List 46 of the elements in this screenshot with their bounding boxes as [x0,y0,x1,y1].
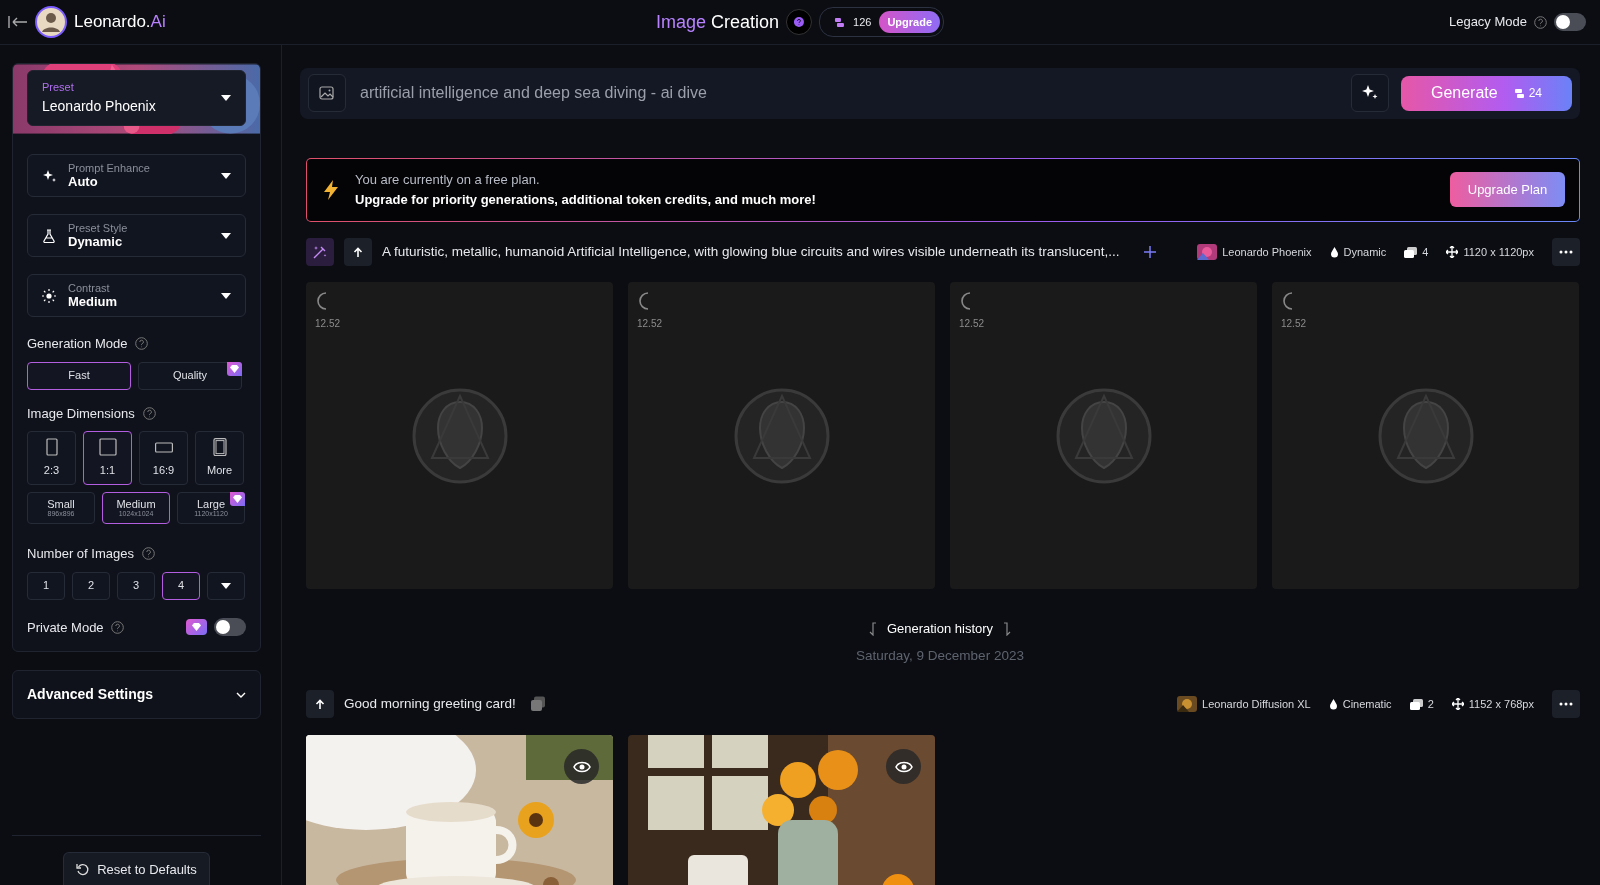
prompt-input[interactable]: artificial intelligence and deep sea diving - ai dive [358,80,1339,107]
legacy-mode-label: Legacy Mode [1448,13,1527,32]
token-count: 126 [853,14,872,30]
mode-option[interactable]: Quality [138,361,242,390]
section-label: Generation Mode [27,335,128,353]
brand-logo-text: Leonardo.Ai [74,11,166,34]
mode-option[interactable]: Fast [27,361,131,390]
aspect-ratio-option[interactable]: 16:9 [139,431,188,485]
settings-dropdown[interactable]: Prompt Enhance Auto [27,154,246,197]
section-label: Image Dimensions [27,404,135,423]
prompt-field[interactable]: artificial intelligence and deep sea diving - ai dive Generate 24 [300,68,1580,119]
aspect-ratio-option[interactable]: 1:1 [83,431,132,485]
image-size: 1120 x 1120px [1463,244,1534,260]
section-label: Private Mode [27,618,104,637]
reset-button[interactable]: Reset to Defaults [63,852,210,885]
banner-text: You are currently on a free plan. [355,171,541,190]
advanced-settings-toggle[interactable]: Advanced Settings [12,670,261,719]
count-option[interactable]: 4 [162,571,200,600]
section-title: Generation history [886,620,994,638]
upgrade-button[interactable]: Upgrade [879,10,941,34]
image-count: 2 [1427,696,1434,712]
image-size: 1152 x 768px [1468,696,1534,712]
prompt-text: Good morning greeting card! [344,694,516,713]
model-name: Leonardo Phoenix [1222,244,1312,260]
image-count: 4 [1422,244,1429,260]
date-label: Saturday, 9 December 2023 [855,646,1025,665]
prompt-text: A futuristic, metallic, humanoid Artificial Intelligence, with glowing blue circuits and wires visible underneath its translucent,... [382,242,1120,261]
count-option[interactable]: 3 [117,571,155,600]
aspect-ratio-option[interactable]: More [195,431,244,485]
generate-button[interactable]: Generate 24 [1401,75,1572,111]
settings-dropdown[interactable]: Contrast Medium [27,274,246,317]
elapsed-time: 12.52 [315,317,342,331]
style-name: Cinematic [1342,696,1392,712]
elapsed-time: 12.52 [1281,317,1308,331]
elapsed-time: 12.52 [637,317,664,331]
preset-dropdown[interactable]: Preset Leonardo Phoenix [27,70,246,126]
model-name: Leonardo Diffusion XL [1202,696,1311,712]
count-option[interactable]: 1 [27,571,65,600]
aspect-ratio-option[interactable]: 2:3 [27,431,76,485]
style-name: Dynamic [1343,244,1387,260]
elapsed-time: 12.52 [959,317,986,331]
count-option[interactable]: 2 [72,571,110,600]
section-label: Number of Images [27,545,134,563]
page-title: Image Creation [655,10,780,34]
settings-dropdown[interactable]: Preset Style Dynamic [27,214,246,257]
banner-text: Upgrade for priority generations, additional token credits, and much more! [355,190,816,209]
